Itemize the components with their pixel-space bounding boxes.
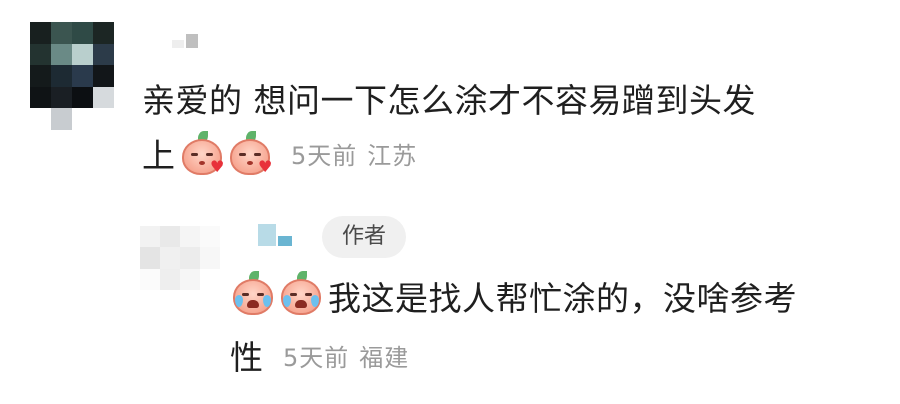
comment-meta: 5天前 江苏 (291, 136, 417, 171)
reply-location: 福建 (359, 343, 410, 372)
kiss-heart-emoji-icon: ♥ (227, 131, 273, 175)
comment-text-line2: 上 (142, 136, 175, 175)
reply-text-line1: 我这是找人帮忙涂的，没啥参考 (328, 279, 797, 318)
crying-emoji-icon (278, 271, 324, 315)
comment-text-line1: 亲爱的 想问一下怎么涂才不容易蹭到头发 (142, 81, 756, 120)
reply-text-line2-row: 性 5天前 福建 (230, 330, 409, 380)
author-badge: 作者 (322, 216, 406, 258)
comment-location: 江苏 (367, 141, 418, 170)
author-avatar[interactable] (140, 226, 220, 290)
reply-time: 5天前 (283, 343, 350, 372)
kiss-heart-emoji-icon: ♥ (179, 131, 225, 175)
comment-time: 5天前 (291, 141, 358, 170)
reply-emoji-row (230, 268, 326, 318)
author-username-pixelated[interactable] (258, 224, 292, 246)
commenter-avatar[interactable] (30, 22, 114, 130)
commenter-username-pixelated[interactable] (172, 34, 198, 48)
reply-meta: 5天前 福建 (283, 338, 409, 373)
reply-text-line2: 性 (230, 338, 263, 377)
comment-text-line2-row: 上 ♥ ♥ 5天前 江苏 (142, 128, 417, 178)
crying-emoji-icon (230, 271, 276, 315)
